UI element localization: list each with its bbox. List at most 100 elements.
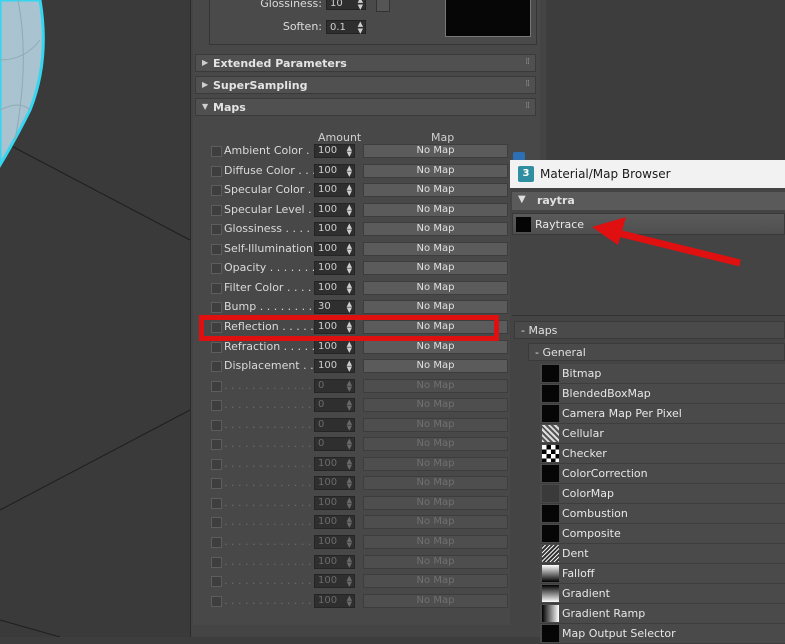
glossiness-spinner[interactable]: 10 ▲ ▼ (326, 0, 366, 11)
amount-spinner[interactable]: 0 ▲ ▼ (314, 378, 355, 393)
map-enable-checkbox[interactable] (211, 302, 222, 314)
amount-spinner[interactable]: 100 ▲ ▼ (314, 241, 355, 256)
map-enable-checkbox[interactable] (211, 537, 222, 548)
spinner-arrows-icon[interactable]: ▲ ▼ (347, 203, 352, 216)
rollout-supersampling[interactable]: ▶ SuperSampling ⁞⁞ (195, 76, 536, 94)
map-slot-button[interactable]: No Map (363, 554, 508, 569)
spinner-arrows-icon[interactable]: ▲ ▼ (347, 223, 352, 236)
map-type-item[interactable]: Checker (540, 444, 785, 464)
spinner-arrows-icon[interactable]: ▲ ▼ (358, 0, 363, 11)
search-bar[interactable]: ▼ raytra (512, 192, 785, 210)
amount-spinner[interactable]: 0 ▲ ▼ (314, 437, 355, 452)
map-type-item[interactable]: BlendedBoxMap (540, 384, 785, 404)
rollout-extended-parameters[interactable]: ▶ Extended Parameters ⁞⁞ (195, 54, 536, 72)
spinner-arrows-icon[interactable]: ▲ ▼ (347, 536, 352, 549)
map-type-item[interactable]: ColorCorrection (540, 464, 785, 484)
map-enable-checkbox[interactable] (211, 595, 222, 607)
map-slot-button[interactable]: No Map (363, 574, 508, 589)
map-enable-checkbox[interactable] (211, 361, 222, 373)
map-slot-button[interactable]: No Map (363, 456, 508, 471)
map-enable-checkbox[interactable] (211, 282, 222, 294)
map-enable-checkbox[interactable] (211, 400, 222, 412)
map-enable-checkbox[interactable] (211, 146, 222, 157)
glossiness-map-button[interactable] (376, 0, 390, 12)
spinner-arrows-icon[interactable]: ▲ ▼ (347, 496, 352, 509)
map-enable-checkbox[interactable] (211, 204, 222, 216)
spinner-arrows-icon[interactable]: ▲ ▼ (347, 184, 352, 197)
map-slot-button[interactable]: No Map (363, 183, 508, 198)
group-general[interactable]: - General (528, 343, 785, 361)
spinner-arrows-icon[interactable]: ▲ ▼ (347, 457, 352, 470)
rollout-maps[interactable]: ▼ Maps ⁞⁞ (195, 98, 536, 116)
browser-titlebar[interactable]: 3 Material/Map Browser (510, 160, 785, 188)
map-enable-checkbox[interactable] (211, 380, 222, 392)
amount-spinner[interactable]: 100 ▲ ▼ (314, 339, 355, 354)
viewport[interactable] (0, 0, 190, 637)
map-enable-checkbox[interactable] (211, 341, 222, 353)
map-enable-checkbox[interactable] (211, 263, 222, 275)
map-enable-checkbox[interactable] (211, 165, 222, 177)
map-slot-button[interactable]: No Map (363, 202, 508, 217)
amount-spinner[interactable]: 100 ▲ ▼ (314, 163, 355, 178)
map-slot-button[interactable]: No Map (363, 280, 508, 295)
amount-spinner[interactable]: 100 ▲ ▼ (314, 554, 355, 569)
map-enable-checkbox[interactable] (211, 517, 222, 529)
spinner-arrows-icon[interactable]: ▲ ▼ (347, 145, 352, 158)
amount-spinner[interactable]: 100 ▲ ▼ (314, 574, 355, 589)
map-slot-button[interactable]: No Map (363, 222, 508, 237)
amount-spinner[interactable]: 100 ▲ ▼ (314, 593, 355, 608)
map-enable-checkbox[interactable] (211, 458, 222, 470)
spinner-arrows-icon[interactable]: ▲ ▼ (347, 164, 352, 177)
map-enable-checkbox[interactable] (211, 185, 222, 197)
map-type-item[interactable]: ColorMap (540, 484, 785, 504)
map-slot-button[interactable]: No Map (363, 144, 508, 158)
amount-spinner[interactable]: 100 ▲ ▼ (314, 202, 355, 217)
map-slot-button[interactable]: No Map (363, 495, 508, 510)
map-slot-button[interactable]: No Map (363, 359, 508, 374)
map-enable-checkbox[interactable] (211, 478, 222, 490)
spinner-arrows-icon[interactable]: ▲ ▼ (347, 379, 352, 392)
amount-spinner[interactable]: 100 ▲ ▼ (314, 261, 355, 276)
amount-spinner[interactable]: 100 ▲ ▼ (314, 476, 355, 491)
spinner-arrows-icon[interactable]: ▲ ▼ (347, 262, 352, 275)
map-slot-button[interactable]: No Map (363, 437, 508, 452)
spinner-arrows-icon[interactable]: ▲ ▼ (358, 21, 363, 35)
map-type-item[interactable]: Dent (540, 544, 785, 564)
dropdown-arrow-icon[interactable]: ▼ (518, 194, 526, 205)
amount-spinner[interactable]: 100 ▲ ▼ (314, 280, 355, 295)
spinner-arrows-icon[interactable]: ▲ ▼ (347, 301, 352, 314)
map-enable-checkbox[interactable] (211, 556, 222, 568)
amount-spinner[interactable]: 100 ▲ ▼ (314, 222, 355, 237)
map-slot-button[interactable]: No Map (363, 593, 508, 608)
spinner-arrows-icon[interactable]: ▲ ▼ (347, 340, 352, 353)
spinner-arrows-icon[interactable]: ▲ ▼ (347, 281, 352, 294)
map-slot-button[interactable]: No Map (363, 261, 508, 276)
map-enable-checkbox[interactable] (211, 497, 222, 509)
amount-spinner[interactable]: 100 ▲ ▼ (314, 359, 355, 374)
spinner-arrows-icon[interactable]: ▲ ▼ (347, 418, 352, 431)
group-maps[interactable]: - Maps (514, 321, 785, 339)
map-slot-button[interactable]: No Map (363, 300, 508, 315)
map-slot-button[interactable]: No Map (363, 378, 508, 393)
map-enable-checkbox[interactable] (211, 439, 222, 451)
map-type-item[interactable]: Combustion (540, 504, 785, 524)
map-enable-checkbox[interactable] (211, 576, 222, 588)
amount-spinner[interactable]: 30 ▲ ▼ (314, 300, 355, 315)
map-slot-button[interactable]: No Map (363, 339, 508, 354)
map-type-item[interactable]: Cellular (540, 424, 785, 444)
amount-spinner[interactable]: 0 ▲ ▼ (314, 398, 355, 413)
amount-spinner[interactable]: 100 ▲ ▼ (314, 515, 355, 530)
map-enable-checkbox[interactable] (211, 243, 222, 255)
search-input[interactable]: raytra (537, 194, 575, 207)
map-type-item[interactable]: Falloff (540, 564, 785, 584)
spinner-arrows-icon[interactable]: ▲ ▼ (347, 360, 352, 373)
spinner-arrows-icon[interactable]: ▲ ▼ (347, 594, 352, 607)
map-type-item[interactable]: Gradient (540, 584, 785, 604)
map-slot-button[interactable]: No Map (363, 398, 508, 413)
spinner-arrows-icon[interactable]: ▲ ▼ (347, 399, 352, 412)
map-enable-checkbox[interactable] (211, 419, 222, 431)
map-slot-button[interactable]: No Map (363, 241, 508, 256)
map-slot-button[interactable]: No Map (363, 476, 508, 491)
spinner-arrows-icon[interactable]: ▲ ▼ (347, 555, 352, 568)
spinner-arrows-icon[interactable]: ▲ ▼ (347, 242, 352, 255)
